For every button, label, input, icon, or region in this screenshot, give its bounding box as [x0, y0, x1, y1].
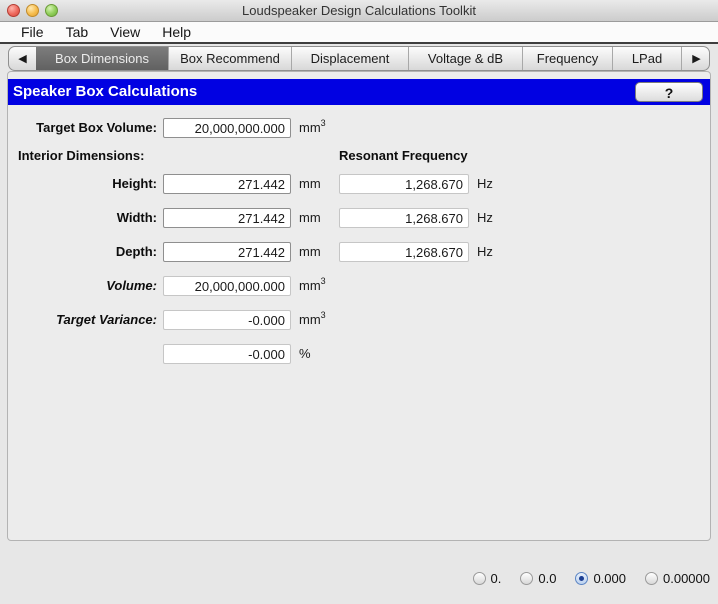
volume-row: Volume: mm3 — [8, 276, 710, 296]
interior-dimensions-heading: Interior Dimensions: — [18, 148, 145, 163]
variance-percent-row: % — [8, 344, 710, 364]
depth-frequency-field[interactable] — [339, 242, 469, 262]
tab-displacement[interactable]: Displacement — [291, 47, 408, 70]
precision-footer: 0. 0.0 0.000 0.00000 — [0, 563, 710, 593]
width-row: Width: mm Hz — [8, 208, 710, 228]
menubar: File Tab View Help — [0, 22, 718, 44]
width-input[interactable] — [163, 208, 291, 228]
menu-help[interactable]: Help — [151, 22, 202, 42]
radio-icon[interactable] — [645, 571, 658, 585]
volume-unit: mm3 — [299, 276, 326, 294]
width-frequency-field[interactable] — [339, 208, 469, 228]
precision-option-0-label: 0. — [490, 570, 502, 586]
target-box-volume-label: Target Box Volume: — [36, 120, 157, 135]
width-frequency-unit: Hz — [477, 210, 493, 225]
tab-box-dimensions[interactable]: Box Dimensions — [36, 47, 168, 70]
target-box-volume-row: Target Box Volume: mm3 — [8, 118, 710, 138]
depth-unit: mm — [299, 244, 321, 259]
tab-bar: ◀ Box Dimensions Box Recommend Displacem… — [8, 46, 710, 71]
section-header-row: Interior Dimensions: Resonant Frequency — [8, 146, 710, 166]
variance-percent-unit: % — [299, 346, 311, 361]
precision-option-2[interactable]: 0.000 — [575, 571, 626, 586]
target-variance-field[interactable] — [163, 310, 291, 330]
menu-view[interactable]: View — [99, 22, 151, 42]
tab-lpad[interactable]: LPad — [612, 47, 681, 70]
target-box-volume-input[interactable] — [163, 118, 291, 138]
depth-frequency-unit: Hz — [477, 244, 493, 259]
height-frequency-unit: Hz — [477, 176, 493, 191]
panel-header: Speaker Box Calculations ? — [8, 79, 710, 105]
panel-title: Speaker Box Calculations — [13, 83, 198, 100]
precision-option-1-label: 0.0 — [538, 570, 557, 586]
resonant-frequency-heading: Resonant Frequency — [339, 148, 468, 163]
volume-field[interactable] — [163, 276, 291, 296]
precision-option-3-label: 0.00000 — [663, 570, 710, 586]
height-unit: mm — [299, 176, 321, 191]
radio-selected-icon[interactable] — [575, 571, 589, 585]
target-variance-label: Target Variance: — [56, 312, 157, 327]
tab-scroll-right-icon[interactable]: ▶ — [681, 47, 709, 70]
depth-input[interactable] — [163, 242, 291, 262]
depth-row: Depth: mm Hz — [8, 242, 710, 262]
menu-file[interactable]: File — [10, 22, 55, 42]
precision-option-1[interactable]: 0.0 — [520, 571, 556, 586]
volume-label: Volume: — [106, 278, 157, 293]
radio-icon[interactable] — [472, 571, 486, 585]
height-row: Height: mm Hz — [8, 174, 710, 194]
tab-voltage-db[interactable]: Voltage & dB — [408, 47, 522, 70]
variance-percent-field[interactable] — [163, 344, 291, 364]
radio-icon[interactable] — [520, 571, 534, 585]
precision-option-3[interactable]: 0.00000 — [645, 571, 710, 586]
height-label: Height: — [112, 176, 157, 191]
depth-label: Depth: — [115, 244, 157, 259]
target-box-volume-unit: mm3 — [299, 118, 326, 136]
precision-option-2-label: 0.000 — [593, 570, 626, 586]
tab-scroll-left-icon[interactable]: ◀ — [9, 47, 36, 70]
target-variance-unit: mm3 — [299, 310, 326, 328]
titlebar: Loudspeaker Design Calculations Toolkit — [0, 0, 718, 22]
menu-tab[interactable]: Tab — [55, 22, 100, 42]
target-variance-row: Target Variance: mm3 — [8, 310, 710, 330]
width-label: Width: — [116, 210, 157, 225]
height-input[interactable] — [163, 174, 291, 194]
box-dimensions-panel: Speaker Box Calculations ? Target Box Vo… — [7, 71, 711, 541]
app-window: Loudspeaker Design Calculations Toolkit … — [0, 0, 718, 604]
width-unit: mm — [299, 210, 321, 225]
height-frequency-field[interactable] — [339, 174, 469, 194]
window-title: Loudspeaker Design Calculations Toolkit — [242, 3, 476, 18]
tab-box-recommend[interactable]: Box Recommend — [168, 47, 291, 70]
tab-frequency[interactable]: Frequency — [522, 47, 612, 70]
help-button[interactable]: ? — [635, 82, 703, 102]
precision-option-0[interactable]: 0. — [472, 570, 502, 586]
